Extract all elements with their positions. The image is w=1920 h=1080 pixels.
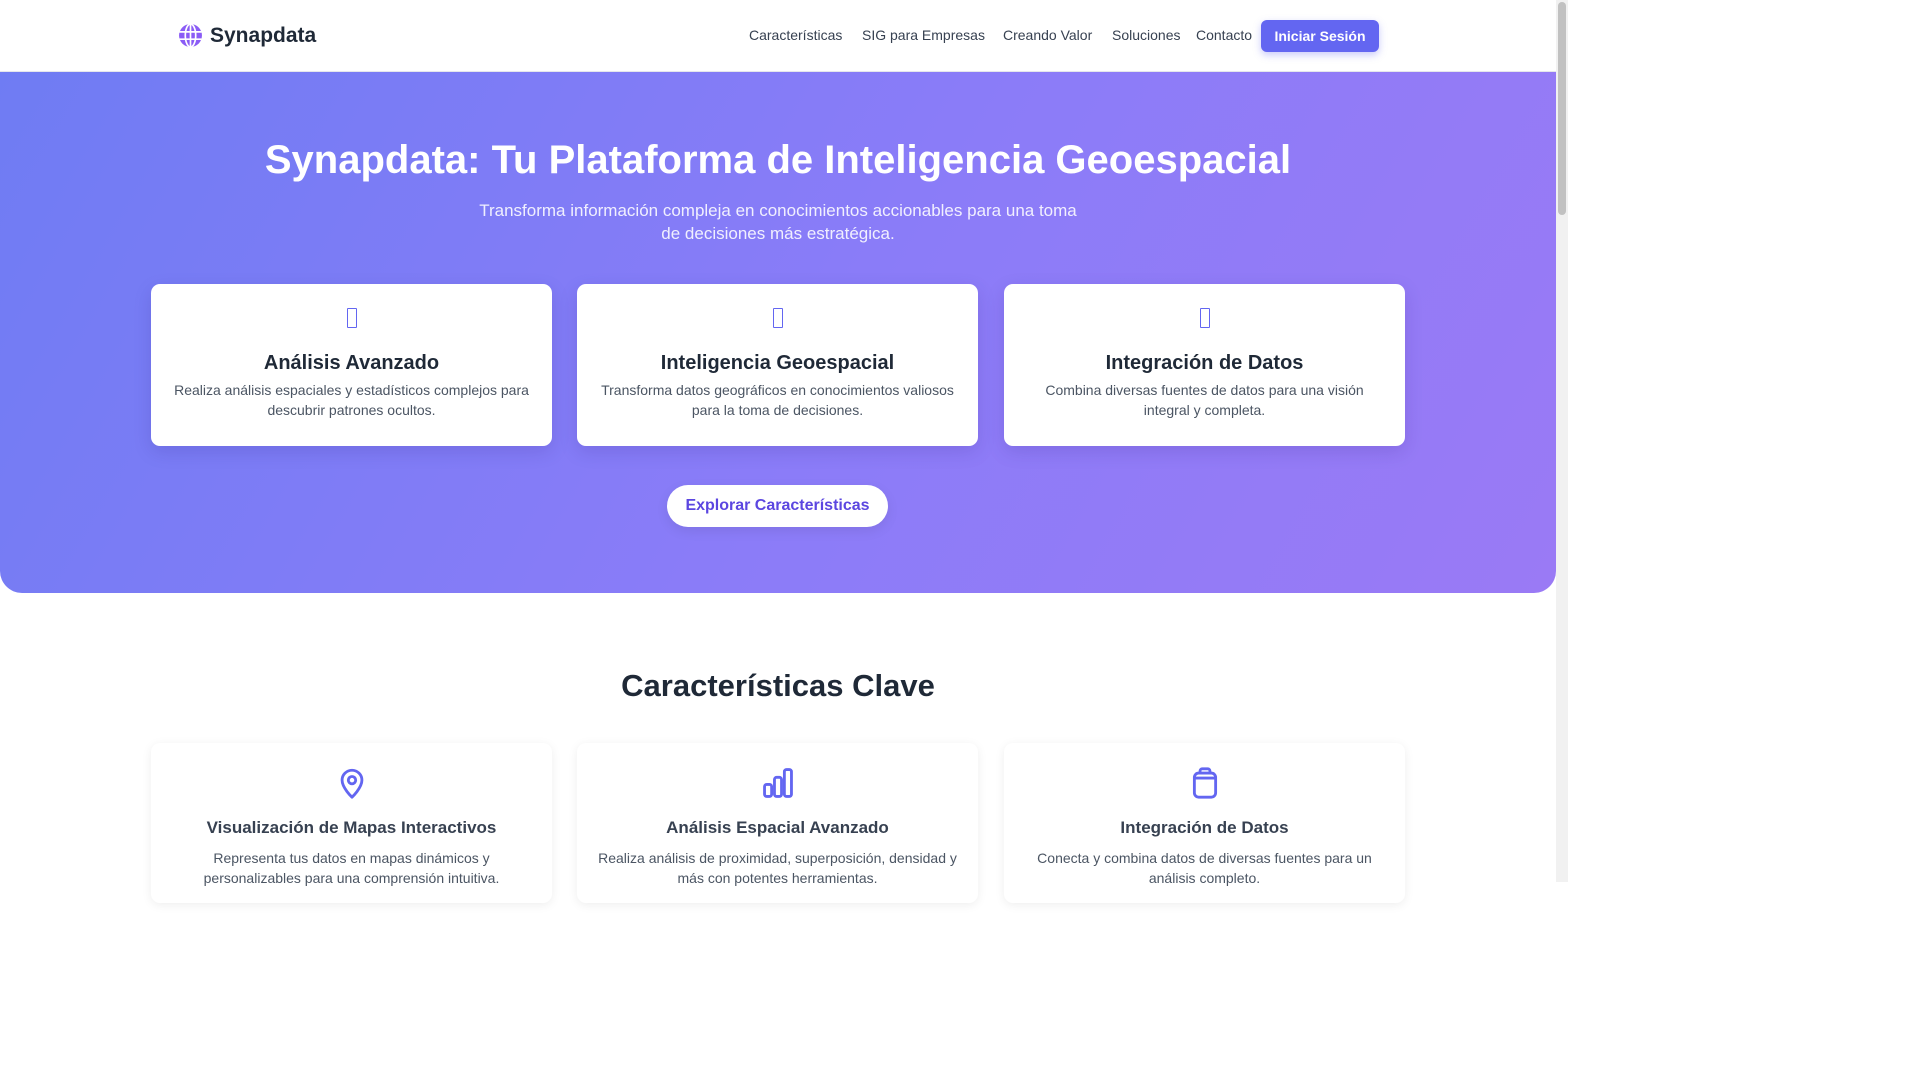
hero-subtitle: Transforma información compleja en conoc… <box>479 201 1077 243</box>
hero-card-desc: Transforma datos geográficos en conocimi… <box>601 382 954 418</box>
hero-card-title: Inteligencia Geoespacial <box>660 352 895 374</box>
feature-card-desc: Conecta y combina datos de diversas fuen… <box>1037 850 1372 886</box>
hero-card-desc: Realiza análisis espaciales y estadístic… <box>174 382 529 418</box>
hero-card-title: Integración de Datos <box>1105 352 1304 374</box>
login-button[interactable]: Iniciar Sesión <box>1261 20 1379 52</box>
scrollbar-thumb[interactable] <box>1558 2 1566 215</box>
nav-link-creando-valor[interactable]: Creando Valor <box>1003 27 1092 43</box>
hero-card-integracion: Integración de Datos Combina diversas fu… <box>1004 284 1405 446</box>
navbar: Synapdata Características SIG para Empre… <box>0 0 1556 72</box>
features-title: Características Clave <box>621 668 935 703</box>
feature-card-title: Integración de Datos <box>1120 818 1289 837</box>
feature-card-integracion: Integración de Datos Conecta y combina d… <box>1004 743 1405 903</box>
missing-glyph-icon <box>1004 308 1405 328</box>
feature-card-title: Visualización de Mapas Interactivos <box>206 818 497 837</box>
hero-card-inteligencia: Inteligencia Geoespacial Transforma dato… <box>577 284 978 446</box>
feature-card-title: Análisis Espacial Avanzado <box>666 818 889 837</box>
bar-chart-icon <box>762 768 793 798</box>
map-pin-icon <box>340 768 363 799</box>
missing-glyph-icon <box>577 308 978 328</box>
hero-card-desc: Combina diversas fuentes de datos para u… <box>1045 382 1364 418</box>
nav-link-caracteristicas[interactable]: Características <box>749 27 842 43</box>
nav-link-sig-empresas[interactable]: SIG para Empresas <box>862 27 985 43</box>
feature-card-analisis: Análisis Espacial Avanzado Realiza análi… <box>577 743 978 903</box>
explore-features-button[interactable]: Explorar Características <box>667 485 888 527</box>
nav-link-contacto[interactable]: Contacto <box>1196 27 1252 43</box>
hero-title: Synapdata: Tu Plataforma de Inteligencia… <box>264 138 1292 182</box>
feature-card-desc: Representa tus datos en mapas dinámicos … <box>203 850 500 886</box>
vertical-scrollbar[interactable] <box>1556 0 1568 882</box>
hero-card-title: Análisis Avanzado <box>263 352 440 374</box>
hero-card-analisis: Análisis Avanzado Realiza análisis espac… <box>151 284 552 446</box>
nav-link-soluciones[interactable]: Soluciones <box>1112 27 1181 43</box>
feature-card-mapas: Visualización de Mapas Interactivos Repr… <box>151 743 552 903</box>
feature-card-desc: Realiza análisis de proximidad, superpos… <box>598 850 957 886</box>
clipboard-icon <box>1192 767 1217 799</box>
hero-section: Synapdata: Tu Plataforma de Inteligencia… <box>0 72 1556 593</box>
missing-glyph-icon <box>151 308 552 328</box>
